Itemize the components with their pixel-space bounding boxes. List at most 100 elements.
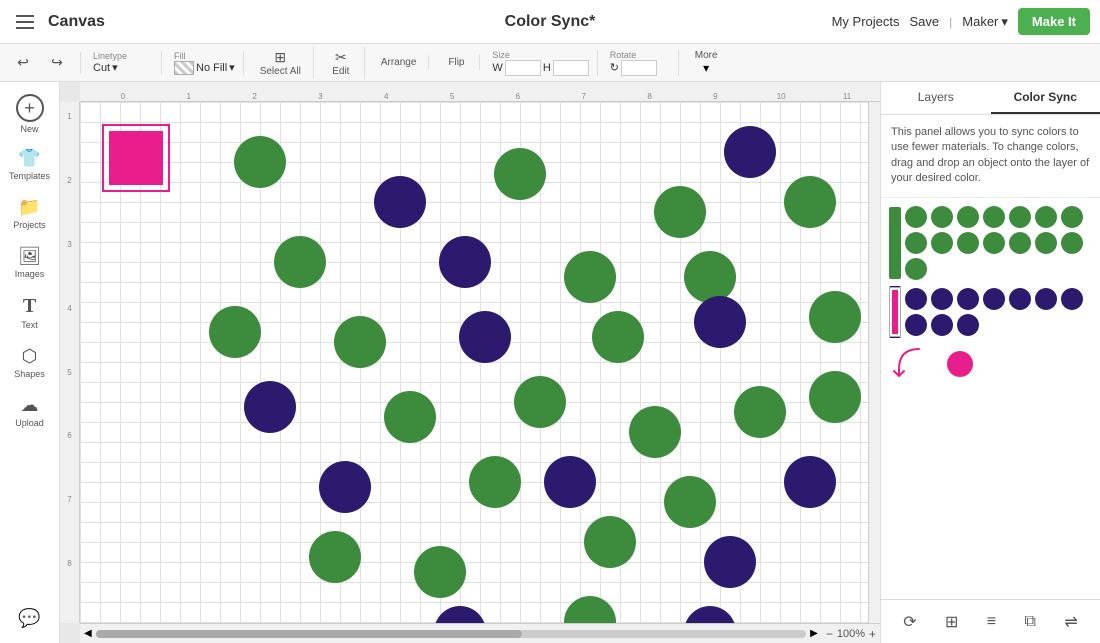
maker-btn[interactable]: Maker ▾ (962, 14, 1008, 30)
sync-dot[interactable] (957, 206, 979, 228)
canvas-dot[interactable] (704, 536, 756, 588)
canvas-dot[interactable] (414, 546, 466, 598)
select-all-btn[interactable]: ⊞ Select All (256, 47, 305, 79)
linetype-value[interactable]: Cut ▾ (93, 61, 153, 74)
sync-dot[interactable] (1009, 232, 1031, 254)
sync-dot[interactable] (1061, 288, 1083, 310)
fill-value[interactable]: No Fill ▾ (174, 61, 235, 75)
canvas-dot[interactable] (209, 306, 261, 358)
sync-dot[interactable] (983, 232, 1005, 254)
canvas-dot[interactable] (809, 371, 861, 423)
sync-dot[interactable] (905, 206, 927, 228)
canvas-dot[interactable] (234, 136, 286, 188)
sync-dot[interactable] (1009, 206, 1031, 228)
canvas-dot[interactable] (334, 316, 386, 368)
canvas-dot[interactable] (384, 391, 436, 443)
canvas-dot[interactable] (592, 311, 644, 363)
flip-btn[interactable]: Flip (441, 55, 471, 70)
sync-dot[interactable] (1061, 206, 1083, 228)
sidebar-item-images[interactable]: 🖼 Images (0, 240, 59, 285)
tab-color-sync[interactable]: Color Sync (991, 82, 1100, 114)
canvas-dot[interactable] (244, 381, 296, 433)
canvas-dot[interactable] (584, 516, 636, 568)
make-it-button[interactable]: Make It (1018, 8, 1090, 35)
sync-dot[interactable] (905, 232, 927, 254)
canvas-dot[interactable] (564, 596, 616, 623)
bottom-icon-arrange[interactable]: ⧉ (1025, 613, 1036, 631)
canvas-dot[interactable] (469, 456, 521, 508)
feedback-btn[interactable]: 💬 (0, 602, 59, 635)
zoom-in-btn[interactable]: + (869, 627, 876, 641)
canvas-dot[interactable] (684, 251, 736, 303)
sync-dot[interactable] (983, 206, 1005, 228)
bottom-icon-flip[interactable]: ⇌ (1064, 612, 1077, 632)
scroll-thumb[interactable] (96, 630, 522, 638)
undo-btn[interactable]: ↩ (8, 52, 38, 73)
width-input[interactable] (505, 60, 541, 76)
bottom-icon-group[interactable]: ⊞ (945, 612, 958, 632)
sync-dot[interactable] (957, 288, 979, 310)
canvas-dot[interactable] (564, 251, 616, 303)
canvas-dot[interactable] (734, 386, 786, 438)
sync-dot[interactable] (931, 232, 953, 254)
sync-dot[interactable] (905, 314, 927, 336)
sidebar-item-shapes[interactable]: ⬡ Shapes (0, 340, 59, 385)
canvas-dot[interactable] (319, 461, 371, 513)
canvas-dot[interactable] (544, 456, 596, 508)
canvas-dot[interactable] (374, 176, 426, 228)
sidebar-item-upload[interactable]: ☁ Upload (0, 389, 59, 434)
sync-dot[interactable] (1061, 232, 1083, 254)
sidebar-item-projects[interactable]: 📁 Projects (0, 191, 59, 236)
canvas-grid[interactable] (80, 102, 880, 623)
canvas-vscrollbar[interactable] (868, 102, 880, 623)
scroll-right-btn[interactable]: ▶ (810, 628, 818, 639)
arrange-btn[interactable]: Arrange (377, 55, 421, 70)
canvas-dot[interactable] (784, 176, 836, 228)
canvas-dot[interactable] (654, 186, 706, 238)
redo-btn[interactable]: ↪ (42, 52, 72, 73)
canvas-dot[interactable] (629, 406, 681, 458)
canvas-hscrollbar[interactable]: ◀ ▶ − 100% + (80, 623, 880, 643)
save-btn[interactable]: Save (910, 14, 940, 29)
height-input[interactable] (553, 60, 589, 76)
sync-dot[interactable] (957, 314, 979, 336)
canvas-dot[interactable] (434, 606, 486, 623)
my-projects-btn[interactable]: My Projects (832, 14, 900, 29)
scroll-left-btn[interactable]: ◀ (84, 628, 92, 639)
bottom-icon-sync[interactable]: ⟳ (903, 612, 916, 632)
canvas-dot[interactable] (274, 236, 326, 288)
canvas-dot[interactable] (684, 606, 736, 623)
pink-sync-dot[interactable] (947, 351, 973, 377)
canvas-dot[interactable] (494, 148, 546, 200)
canvas-dot[interactable] (459, 311, 511, 363)
tab-layers[interactable]: Layers (881, 82, 991, 114)
canvas-dot[interactable] (784, 456, 836, 508)
canvas-dot[interactable] (309, 531, 361, 583)
sync-dot[interactable] (1035, 288, 1057, 310)
new-btn[interactable]: + New (12, 90, 48, 138)
canvas-dot[interactable] (809, 291, 861, 343)
sync-dot[interactable] (1035, 232, 1057, 254)
canvas-dot[interactable] (439, 236, 491, 288)
sync-dot[interactable] (905, 258, 927, 280)
hamburger-menu[interactable] (10, 7, 40, 37)
sync-dot[interactable] (905, 288, 927, 310)
sync-dot[interactable] (983, 288, 1005, 310)
canvas-dot[interactable] (724, 126, 776, 178)
sync-dot[interactable] (931, 314, 953, 336)
canvas-dot[interactable] (694, 296, 746, 348)
zoom-out-btn[interactable]: − (826, 627, 833, 641)
canvas-area[interactable]: 0 1 2 3 4 5 6 7 8 9 10 11 1 2 3 4 5 (60, 82, 880, 643)
canvas-dot[interactable] (664, 476, 716, 528)
sidebar-item-templates[interactable]: 👕 Templates (0, 142, 59, 187)
edit-btn[interactable]: ✂ Edit (326, 47, 356, 79)
canvas-dot[interactable] (514, 376, 566, 428)
sync-dot[interactable] (957, 232, 979, 254)
sync-dot[interactable] (1035, 206, 1057, 228)
rotate-input[interactable] (621, 60, 657, 76)
sidebar-item-text[interactable]: T Text (0, 289, 59, 336)
sync-dot[interactable] (931, 206, 953, 228)
bottom-icon-align[interactable]: ≡ (987, 613, 996, 631)
sync-dot[interactable] (1009, 288, 1031, 310)
more-btn[interactable]: More ▾ (691, 48, 722, 77)
